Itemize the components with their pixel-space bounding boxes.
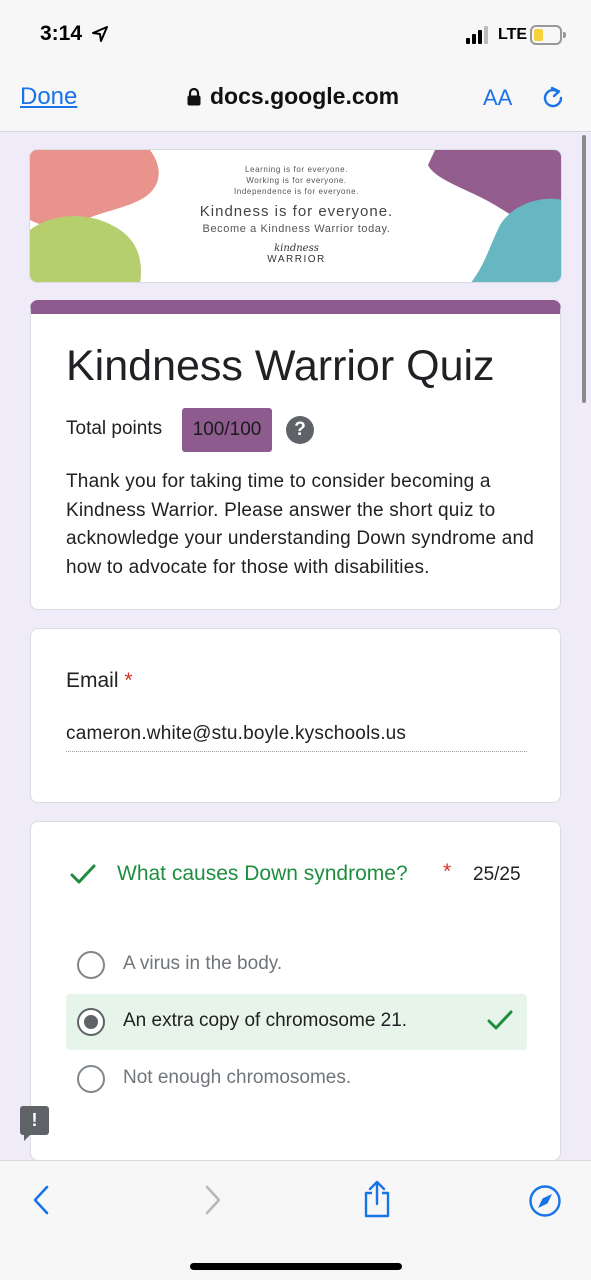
radio-button[interactable] [77, 1065, 105, 1093]
required-mark: * [124, 669, 133, 692]
email-label-text: Email [66, 669, 119, 692]
option-row-correct[interactable]: An extra copy of chromosome 21. [66, 994, 527, 1050]
battery-icon [530, 25, 566, 45]
done-button[interactable]: Done [20, 83, 77, 111]
question-score: 25/25 [473, 864, 521, 885]
network-type: LTE [498, 26, 528, 43]
feedback-icon[interactable]: ! [20, 1106, 49, 1141]
email-field: cameron.white@stu.boyle.kyschools.us [66, 723, 407, 744]
option-row[interactable]: A virus in the body. [66, 937, 527, 993]
required-mark: * [443, 860, 452, 883]
logo-bottom: WARRIOR [267, 254, 326, 265]
url-text: docs.google.com [210, 83, 400, 109]
option-label: A virus in the body. [123, 953, 283, 974]
form-description: Thank you for taking time to consider be… [66, 471, 534, 578]
email-card: Email * cameron.white@stu.boyle.kyschool… [30, 628, 561, 803]
lock-icon [187, 87, 201, 105]
browser-bottom-toolbar [0, 1160, 591, 1280]
banner-line-1: Learning is for everyone. [244, 165, 349, 174]
home-indicator[interactable] [190, 1263, 402, 1270]
compass-icon[interactable] [528, 1184, 562, 1218]
forward-icon[interactable] [200, 1183, 224, 1217]
form-header-card: Kindness Warrior Quiz Total points 100/1… [30, 300, 561, 610]
scrollbar[interactable] [582, 135, 586, 403]
banner-headline: Kindness is for everyone. [199, 203, 394, 220]
option-label: Not enough chromosomes. [123, 1067, 352, 1088]
help-icon[interactable]: ? [286, 416, 314, 444]
question-text: What causes Down syndrome? [117, 862, 408, 885]
status-bar: 3:14 LTE [0, 0, 591, 70]
option-label: An extra copy of chromosome 21. [123, 1010, 408, 1031]
signal-icon [466, 26, 488, 44]
email-underline [66, 751, 527, 752]
share-icon[interactable] [361, 1179, 393, 1219]
address-bar[interactable]: docs.google.com [186, 83, 399, 110]
points-label: Total points [66, 418, 163, 439]
email-label: Email * [66, 669, 133, 693]
page-title: Kindness Warrior Quiz [66, 342, 495, 390]
location-arrow-icon [92, 26, 108, 42]
check-icon [70, 864, 96, 884]
banner-subline: Become a Kindness Warrior today. [202, 223, 391, 235]
logo-top: kindness [274, 243, 319, 254]
points-badge: 100/100 [182, 408, 272, 452]
check-icon [487, 1010, 513, 1030]
radio-button[interactable] [77, 951, 105, 979]
header-banner: Learning is for everyone. Working is for… [29, 149, 562, 283]
text-size-button[interactable]: AA [483, 85, 512, 111]
points-value: 100/100 [192, 419, 262, 440]
banner-line-3: Independence is for everyone. [233, 187, 360, 196]
back-icon[interactable] [30, 1183, 54, 1217]
status-time: 3:14 [40, 22, 83, 45]
question-card: What causes Down syndrome? * 25/25 A vir… [30, 821, 561, 1161]
reload-icon[interactable] [539, 84, 567, 112]
radio-button-selected[interactable] [77, 1008, 105, 1036]
banner-line-2: Working is for everyone. [246, 176, 347, 185]
browser-top-bar: Done docs.google.com AA [0, 70, 591, 132]
option-row[interactable]: Not enough chromosomes. [66, 1051, 527, 1107]
